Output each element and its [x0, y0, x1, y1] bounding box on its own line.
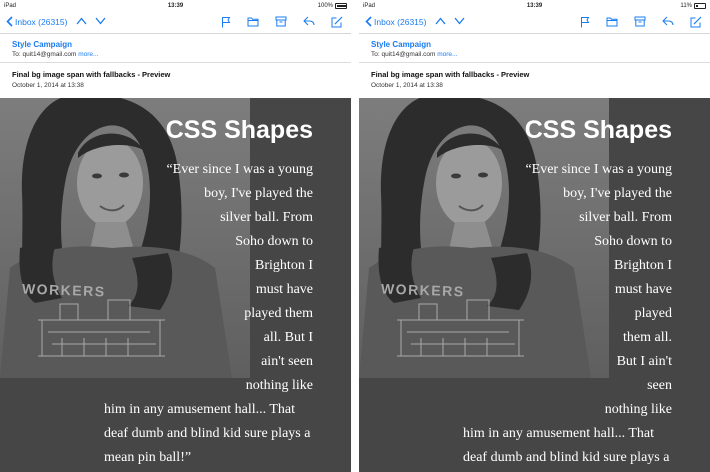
to-prefix: To:	[12, 51, 21, 58]
flag-icon[interactable]	[580, 16, 590, 28]
quote-line: nothing like	[245, 378, 313, 393]
quote-line: played them	[244, 306, 313, 321]
reply-icon[interactable]	[303, 16, 315, 28]
email-subject: Final bg image span with fallbacks - Pre…	[371, 70, 530, 79]
pane-divider	[351, 0, 359, 472]
to-prefix: To:	[371, 51, 380, 58]
quote-line: nothing like	[604, 402, 672, 417]
quote-line: him in any amusement hall... That	[463, 426, 655, 441]
email-body: WORKERS CSS Shapes “Ever since I was a y…	[0, 98, 351, 472]
email-header: Style Campaign To: quit14@gmail.com more…	[359, 35, 710, 63]
back-to-inbox-button[interactable]: Inbox (26315)	[365, 16, 426, 27]
quote-line: deaf dumb and blind kid sure plays a	[104, 426, 311, 441]
shirt-print-text: WORKERS	[21, 280, 106, 300]
compose-icon[interactable]	[690, 16, 702, 28]
quote-line: seen	[647, 378, 672, 393]
chevron-down-icon[interactable]	[454, 17, 465, 25]
email-header: Style Campaign To: quit14@gmail.com more…	[0, 35, 351, 63]
quote-line: “Ever since I was a young	[166, 162, 313, 177]
nav-bar: Inbox (26315)	[0, 12, 351, 34]
quote-line: “Ever since I was a young	[525, 162, 672, 177]
inbox-label: Inbox (26315)	[374, 16, 427, 27]
flag-icon[interactable]	[221, 16, 231, 28]
quote-line: him in any amusement hall... That	[104, 402, 296, 417]
email-body: WORKERS CSS Shapes “Ever since I was a y…	[359, 98, 710, 472]
chevron-up-icon[interactable]	[76, 17, 87, 25]
battery-icon	[694, 3, 706, 9]
battery-percent: 11%	[680, 3, 692, 9]
quote-line: played	[634, 306, 672, 321]
quote-line: Soho down to	[235, 234, 313, 249]
recipient-address[interactable]: quit14@gmail.com	[22, 51, 76, 58]
email-subject: Final bg image span with fallbacks - Pre…	[12, 70, 171, 79]
folder-icon[interactable]	[606, 16, 618, 28]
battery-icon	[335, 3, 347, 9]
more-link[interactable]: more...	[78, 51, 98, 58]
status-bar: iPad 13:39 11%	[359, 0, 710, 12]
status-bar: iPad 13:39 100%	[0, 0, 351, 12]
quote-line: Soho down to	[594, 234, 672, 249]
chevron-up-icon[interactable]	[435, 17, 446, 25]
email-date: October 1, 2014 at 13:38	[371, 82, 443, 89]
subject-area: Final bg image span with fallbacks - Pre…	[0, 64, 351, 98]
css-shapes-heading: CSS Shapes	[524, 116, 672, 144]
quote-line: deaf dumb and blind kid sure plays a	[463, 450, 670, 465]
shirt-print-text: WORKERS	[380, 280, 465, 300]
battery-percent: 100%	[317, 3, 333, 9]
reply-icon[interactable]	[662, 16, 674, 28]
quote-line: silver ball. From	[579, 210, 672, 225]
more-link[interactable]: more...	[437, 51, 457, 58]
email-date: October 1, 2014 at 13:38	[12, 82, 84, 89]
quote-line: ain't seen	[261, 354, 313, 369]
recipient-line: To: quit14@gmail.com more...	[12, 51, 98, 58]
recipient-address[interactable]: quit14@gmail.com	[381, 51, 435, 58]
status-time: 13:39	[526, 3, 543, 9]
quote-line: But I ain't	[616, 354, 672, 369]
chevron-down-icon[interactable]	[95, 17, 106, 25]
email-pane-right: iPad 13:39 11% Inbox (26315) Style Campa…	[359, 0, 710, 472]
quote-line: silver ball. From	[220, 210, 313, 225]
chevron-left-icon	[365, 16, 374, 27]
quote-line: mean pin ball!”	[104, 450, 192, 465]
chevron-left-icon	[6, 16, 15, 27]
archive-icon[interactable]	[634, 16, 646, 28]
css-shapes-heading: CSS Shapes	[165, 116, 313, 144]
quote-line: must have	[614, 282, 672, 297]
back-to-inbox-button[interactable]: Inbox (26315)	[6, 16, 67, 27]
quote-line: boy, I've played the	[204, 186, 313, 201]
sender-name[interactable]: Style Campaign	[12, 40, 72, 49]
nav-bar: Inbox (26315)	[359, 12, 710, 34]
quote-line: them all.	[623, 330, 672, 345]
sender-name[interactable]: Style Campaign	[371, 40, 431, 49]
quote-line: Brighton I	[614, 258, 672, 273]
quote-line: must have	[255, 282, 313, 297]
quote-line: Brighton I	[255, 258, 313, 273]
email-pane-left: iPad 13:39 100% Inbox (26315) Style Camp…	[0, 0, 351, 472]
archive-icon[interactable]	[275, 16, 287, 28]
folder-icon[interactable]	[247, 16, 259, 28]
quote-line: all. But I	[263, 330, 313, 345]
subject-area: Final bg image span with fallbacks - Pre…	[359, 64, 710, 98]
inbox-label: Inbox (26315)	[15, 16, 68, 27]
quote-line: boy, I've played the	[563, 186, 672, 201]
compose-icon[interactable]	[331, 16, 343, 28]
status-time: 13:39	[167, 3, 184, 9]
recipient-line: To: quit14@gmail.com more...	[371, 51, 457, 58]
